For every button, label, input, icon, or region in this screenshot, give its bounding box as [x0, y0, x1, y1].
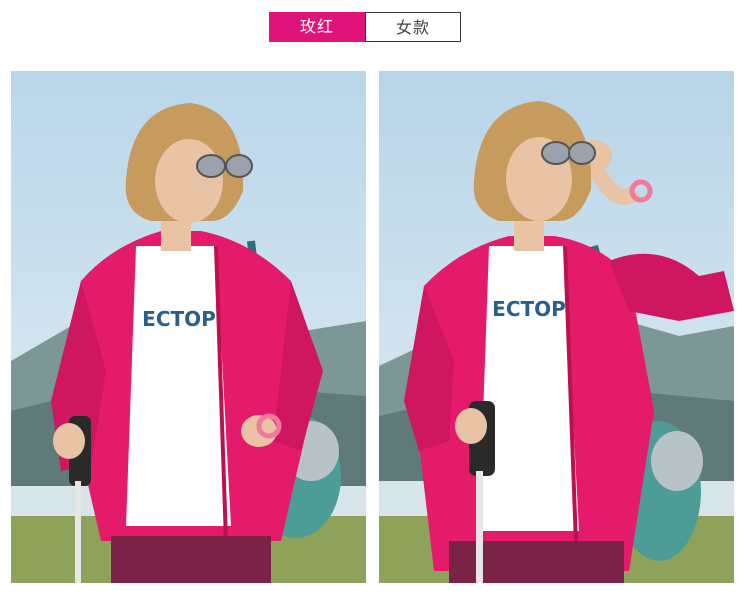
photo-left-illustration: ECTOP: [11, 71, 366, 583]
face: [155, 139, 223, 223]
shirt-print: ECTOP: [142, 307, 216, 331]
photo-right-illustration: ECTOP: [379, 71, 734, 583]
shirt-print: ECTOP: [492, 297, 566, 321]
style-tag[interactable]: 女款: [365, 12, 461, 42]
product-photo-left: ECTOP: [11, 71, 366, 583]
color-tag[interactable]: 玫红: [269, 12, 365, 42]
variant-tag-bar: 玫红 女款: [269, 12, 461, 42]
t-shirt: [479, 246, 579, 531]
sunglasses-lens: [225, 154, 253, 178]
pants: [449, 541, 624, 583]
sunglasses-lens: [196, 154, 226, 178]
hand-left: [455, 408, 487, 444]
sunglasses-lens: [568, 141, 596, 165]
sunglasses-lens: [541, 141, 571, 165]
backpack-mesh: [651, 431, 703, 491]
t-shirt: [126, 246, 231, 526]
trekking-pole-shaft: [476, 471, 483, 583]
pants: [111, 536, 271, 583]
hand-left: [53, 423, 85, 459]
product-photo-right: ECTOP: [379, 71, 734, 583]
trekking-pole-shaft: [75, 481, 81, 583]
